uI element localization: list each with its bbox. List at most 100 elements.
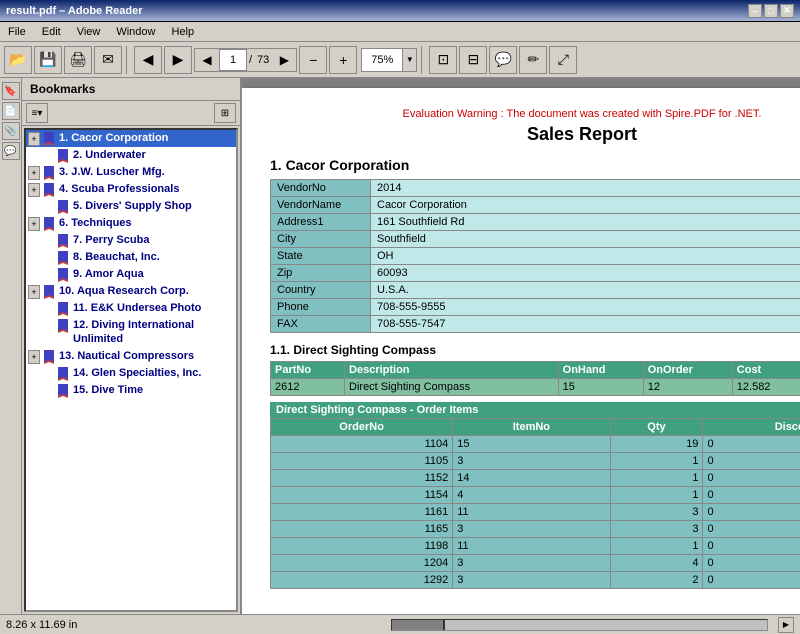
report-title: Sales Report	[270, 124, 800, 145]
maximize-button[interactable]: □	[764, 4, 778, 18]
bookmark-item-15[interactable]: 15. Dive Time	[26, 382, 236, 399]
vendor-field-label: FAX	[271, 316, 371, 333]
zoom-dropdown-button[interactable]: ▼	[402, 49, 416, 71]
prev-page-button[interactable]: ◀	[134, 46, 162, 74]
bookmark-item-14[interactable]: 14. Glen Specialties, Inc.	[26, 365, 236, 382]
orders-cell: 0	[703, 436, 800, 453]
orders-cell: 0	[703, 470, 800, 487]
comments-side-icon[interactable]: 💬	[2, 142, 20, 160]
open-button[interactable]: 📂	[4, 46, 32, 74]
vendor-field-value: 60093	[371, 265, 800, 282]
page-nav-group: ◀ / 73 ▶	[194, 48, 297, 72]
orders-section-title: Direct Sighting Compass - Order Items	[270, 402, 800, 418]
highlight-button[interactable]: ✏	[519, 46, 547, 74]
bookmark-item-9[interactable]: 9. Amor Aqua	[26, 266, 236, 283]
orders-cell: 1	[610, 487, 703, 504]
bm-expand-btn[interactable]: +	[28, 166, 40, 180]
menu-window[interactable]: Window	[112, 24, 159, 40]
orders-row: 1204340	[271, 555, 800, 572]
bookmark-item-8[interactable]: 8. Beauchat, Inc.	[26, 249, 236, 266]
parts-col-header: OnHand	[558, 362, 643, 379]
orders-cell: 1105	[271, 453, 453, 470]
bookmark-item-12[interactable]: 12. Diving International Unlimited	[26, 317, 236, 348]
zoom-group: ▼	[361, 48, 417, 72]
nav-back-button[interactable]: ◀	[195, 49, 219, 71]
email-button[interactable]: ✉	[94, 46, 122, 74]
zoom-out-button[interactable]: −	[299, 46, 327, 74]
main-area: 🔖 📄 📎 💬 Bookmarks ≡▾ ⊞ +1. Cacor Corpora…	[0, 78, 800, 614]
bm-expand-button[interactable]: ⊞	[214, 103, 236, 123]
menu-view[interactable]: View	[73, 24, 105, 40]
pdf-page: Evaluation Warning : The document was cr…	[242, 88, 800, 614]
vendor-row: StateOH	[271, 248, 800, 265]
fullscreen-button[interactable]: ⤢	[549, 46, 577, 74]
bookmark-item-1[interactable]: +1. Cacor Corporation	[26, 130, 236, 147]
bookmark-icon	[56, 302, 70, 316]
fit-width-button[interactable]: ⊟	[459, 46, 487, 74]
bookmark-icon	[42, 350, 56, 364]
menu-file[interactable]: File	[4, 24, 30, 40]
menu-edit[interactable]: Edit	[38, 24, 65, 40]
orders-table: OrderNoItemNoQtyDiscount 110415190110531…	[270, 418, 800, 589]
bookmark-label: 14. Glen Specialties, Inc.	[73, 366, 201, 380]
save-button[interactable]: 💾	[34, 46, 62, 74]
attachments-side-icon[interactable]: 📎	[2, 122, 20, 140]
bookmark-label: 2. Underwater	[73, 148, 146, 162]
bm-expand-btn[interactable]: +	[28, 132, 40, 146]
orders-cell: 1104	[271, 436, 453, 453]
orders-col-header: OrderNo	[271, 419, 453, 436]
zoom-input[interactable]	[362, 49, 402, 71]
bookmark-item-4[interactable]: +4. Scuba Professionals	[26, 181, 236, 198]
orders-cell: 1292	[271, 572, 453, 589]
parts-cell: 2612	[271, 379, 345, 396]
bm-expand-btn[interactable]: +	[28, 285, 40, 299]
sub-section-title: 1.1. Direct Sighting Compass	[270, 343, 800, 357]
orders-row: 11981110	[271, 538, 800, 555]
bookmarks-panel: Bookmarks ≡▾ ⊞ +1. Cacor Corporation2. U…	[22, 78, 242, 614]
content-area[interactable]: Evaluation Warning : The document was cr…	[242, 78, 800, 614]
bookmark-item-11[interactable]: 11. E&K Undersea Photo	[26, 300, 236, 317]
orders-cell: 1165	[271, 521, 453, 538]
bm-expand-btn[interactable]: +	[28, 217, 40, 231]
vendor-field-value: Southfield	[371, 231, 800, 248]
vendor-row: CitySouthfield	[271, 231, 800, 248]
bookmark-icon	[56, 234, 70, 248]
bookmark-item-6[interactable]: +6. Techniques	[26, 215, 236, 232]
parts-row: 2612Direct Sighting Compass151212.58234.…	[271, 379, 800, 396]
orders-cell: 1152	[271, 470, 453, 487]
bm-expand-btn[interactable]: +	[28, 350, 40, 364]
scrollbar-right-arrow[interactable]: ▶	[778, 617, 794, 633]
orders-col-header: Discount	[703, 419, 800, 436]
title-bar-buttons[interactable]: – □ ✕	[748, 4, 794, 18]
bookmark-item-5[interactable]: 5. Divers' Supply Shop	[26, 198, 236, 215]
bookmarks-side-icon[interactable]: 🔖	[2, 82, 20, 100]
bookmark-item-10[interactable]: +10. Aqua Research Corp.	[26, 283, 236, 300]
parts-col-header: PartNo	[271, 362, 345, 379]
parts-table: PartNoDescriptionOnHandOnOrderCostListPr…	[270, 361, 800, 396]
bm-options-button[interactable]: ≡▾	[26, 103, 48, 123]
orders-cell: 1161	[271, 504, 453, 521]
comment-button[interactable]: 💬	[489, 46, 517, 74]
bm-expand-btn[interactable]: +	[28, 183, 40, 197]
next-page-button[interactable]: ▶	[164, 46, 192, 74]
close-button[interactable]: ✕	[780, 4, 794, 18]
bookmark-label: 11. E&K Undersea Photo	[73, 301, 201, 315]
orders-cell: 0	[703, 538, 800, 555]
pages-side-icon[interactable]: 📄	[2, 102, 20, 120]
orders-cell: 1	[610, 470, 703, 487]
page-number-input[interactable]	[219, 49, 247, 71]
nav-fwd-button[interactable]: ▶	[272, 49, 296, 71]
vendor-row: FAX708-555-7547	[271, 316, 800, 333]
zoom-in-button[interactable]: +	[329, 46, 357, 74]
fit-page-button[interactable]: ⊡	[429, 46, 457, 74]
minimize-button[interactable]: –	[748, 4, 762, 18]
bookmark-item-13[interactable]: +13. Nautical Compressors	[26, 348, 236, 365]
print-button[interactable]: 🖨	[64, 46, 92, 74]
bookmark-item-7[interactable]: 7. Perry Scuba	[26, 232, 236, 249]
bookmark-tree[interactable]: +1. Cacor Corporation2. Underwater +3. J.…	[24, 128, 238, 612]
menu-help[interactable]: Help	[167, 24, 198, 40]
orders-row: 1105310	[271, 453, 800, 470]
bookmark-item-3[interactable]: +3. J.W. Luscher Mfg.	[26, 164, 236, 181]
bookmark-item-2[interactable]: 2. Underwater	[26, 147, 236, 164]
orders-col-header: Qty	[610, 419, 703, 436]
